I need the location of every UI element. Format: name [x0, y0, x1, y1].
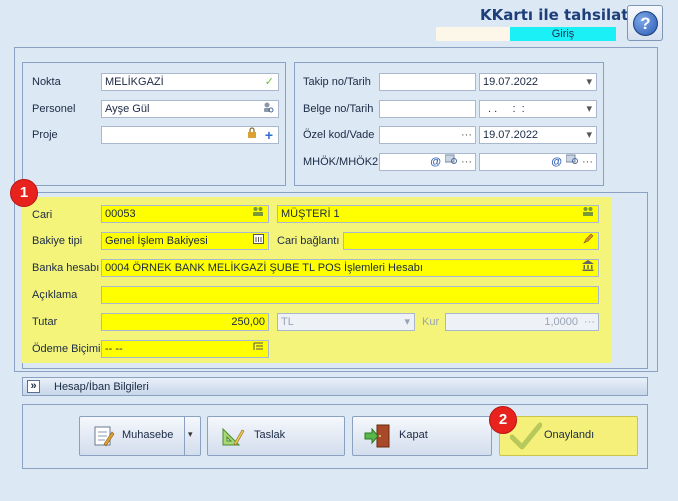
personel-value: Ayşe Gül: [105, 103, 150, 115]
muhasebe-button[interactable]: Muhasebe ▾: [79, 416, 201, 456]
view-icon[interactable]: [444, 154, 458, 170]
belge-label: Belge no/Tarih: [303, 103, 374, 115]
ellipsis-icon[interactable]: ···: [461, 154, 472, 170]
personel-field[interactable]: Ayşe Gül: [101, 100, 279, 118]
vade-date-value: 19.07.2022: [483, 129, 539, 141]
banka-label: Banka hesabı: [32, 262, 100, 274]
currency-value: TL: [281, 316, 294, 328]
onaylandi-label: Onaylandı: [544, 429, 595, 441]
cari-code-field[interactable]: 00053: [101, 205, 269, 223]
personel-label: Personel: [32, 103, 76, 115]
tutar-value: 250,00: [231, 316, 265, 328]
bank-icon[interactable]: [582, 260, 594, 276]
ozel-kod-label: Özel kod/Vade: [303, 129, 375, 141]
hesap-iban-section-toggle[interactable]: » Hesap/İban Bilgileri: [22, 377, 648, 396]
mhok2-field[interactable]: @ ···: [479, 153, 597, 171]
bakiye-value: Genel İşlem Bakiyesi: [105, 235, 208, 247]
cari-name-field[interactable]: MÜŞTERİ 1: [277, 205, 599, 223]
vade-date-field[interactable]: 19.07.2022 ▾: [479, 126, 597, 144]
takip-no-field[interactable]: [379, 73, 476, 91]
odeme-value: -- --: [105, 343, 123, 355]
ellipsis-icon[interactable]: ···: [584, 314, 595, 330]
currency-select[interactable]: TL ▾: [277, 313, 415, 331]
check-icon: ✓: [264, 76, 274, 88]
ellipsis-icon[interactable]: ···: [582, 154, 593, 170]
banka-value: 0004 ÖRNEK BANK MELİKGAZİ ŞUBE TL POS İş…: [105, 262, 423, 274]
cari-name-value: MÜŞTERİ 1: [281, 208, 340, 220]
takip-date-value: 19.07.2022: [483, 76, 539, 88]
chevron-down-icon[interactable]: ▾: [188, 429, 198, 440]
ledger-icon: [92, 424, 116, 448]
split-divider: [184, 417, 185, 455]
help-button[interactable]: ?: [627, 5, 663, 41]
cari-label: Cari: [32, 209, 53, 221]
ozel-kod-field[interactable]: ···: [379, 126, 476, 144]
list-icon[interactable]: [252, 233, 264, 249]
belge-no-field[interactable]: [379, 100, 476, 118]
view-icon[interactable]: [565, 154, 579, 170]
dropdown-icon[interactable]: ▾: [586, 74, 592, 90]
muhasebe-label: Muhasebe: [122, 429, 174, 441]
proje-field[interactable]: +: [101, 126, 279, 144]
title-strip-left: [436, 27, 510, 41]
nokta-field[interactable]: MELİKGAZİ ✓: [101, 73, 279, 91]
nokta-value: MELİKGAZİ: [105, 76, 164, 88]
mhok-label: MHÖK/MHÖK2: [303, 156, 379, 168]
ellipsis-icon[interactable]: ···: [461, 127, 472, 143]
question-icon: ?: [633, 11, 658, 36]
form-title: KKartı ile tahsilat: [480, 6, 629, 24]
banka-field[interactable]: 0004 ÖRNEK BANK MELİKGAZİ ŞUBE TL POS İş…: [101, 259, 599, 277]
proje-label: Proje: [32, 129, 58, 141]
cari-baglanti-field[interactable]: [343, 232, 599, 250]
mode-label: Giriş: [510, 27, 616, 41]
bakiye-label: Bakiye tipi: [32, 235, 83, 247]
tutar-field[interactable]: 250,00: [101, 313, 269, 331]
plus-icon[interactable]: +: [263, 127, 275, 143]
kapat-button[interactable]: Kapat: [352, 416, 492, 456]
aciklama-field[interactable]: [101, 286, 599, 304]
expand-icon[interactable]: »: [27, 380, 40, 393]
dropdown-icon[interactable]: ▾: [586, 127, 592, 143]
bakiye-field[interactable]: Genel İşlem Bakiyesi: [101, 232, 269, 250]
people-icon[interactable]: [252, 206, 264, 222]
takip-date-field[interactable]: 19.07.2022 ▾: [479, 73, 597, 91]
nokta-label: Nokta: [32, 76, 61, 88]
kur-label: Kur: [422, 316, 440, 328]
lock-icon: [246, 127, 258, 143]
belge-datetime-field[interactable]: . . : : ▾: [479, 100, 597, 118]
odeme-label: Ödeme Biçimi: [32, 343, 101, 355]
at-icon: @: [551, 156, 562, 168]
cari-baglanti-label: Cari bağlantı: [277, 235, 340, 247]
odeme-field[interactable]: -- --: [101, 340, 269, 358]
select-list-icon[interactable]: [252, 341, 264, 357]
person-search-icon[interactable]: [262, 101, 274, 117]
dropdown-icon[interactable]: ▾: [404, 314, 410, 330]
taslak-button[interactable]: Taslak: [207, 416, 345, 456]
step-badge-2: 2: [489, 406, 517, 434]
step-badge-1: 1: [10, 179, 38, 207]
takip-label: Takip no/Tarih: [303, 76, 371, 88]
aciklama-label: Açıklama: [32, 289, 78, 301]
kur-value: 1,0000: [544, 316, 578, 328]
onaylandi-button[interactable]: Onaylandı: [499, 416, 638, 456]
belge-datetime-value: . . : :: [488, 103, 525, 115]
tutar-label: Tutar: [32, 316, 58, 328]
mhok-field[interactable]: @ ···: [379, 153, 476, 171]
taslak-label: Taslak: [254, 429, 286, 441]
exit-door-icon: [363, 423, 393, 449]
edit-icon[interactable]: [582, 233, 594, 249]
people-icon[interactable]: [582, 206, 594, 222]
at-icon: @: [430, 156, 441, 168]
kapat-label: Kapat: [399, 429, 428, 441]
dropdown-icon[interactable]: ▾: [586, 101, 592, 117]
draft-ruler-icon: [220, 424, 246, 448]
cari-code-value: 00053: [105, 208, 136, 220]
hesap-iban-label: Hesap/İban Bilgileri: [54, 381, 149, 393]
kur-field[interactable]: 1,0000 ···: [445, 313, 599, 331]
